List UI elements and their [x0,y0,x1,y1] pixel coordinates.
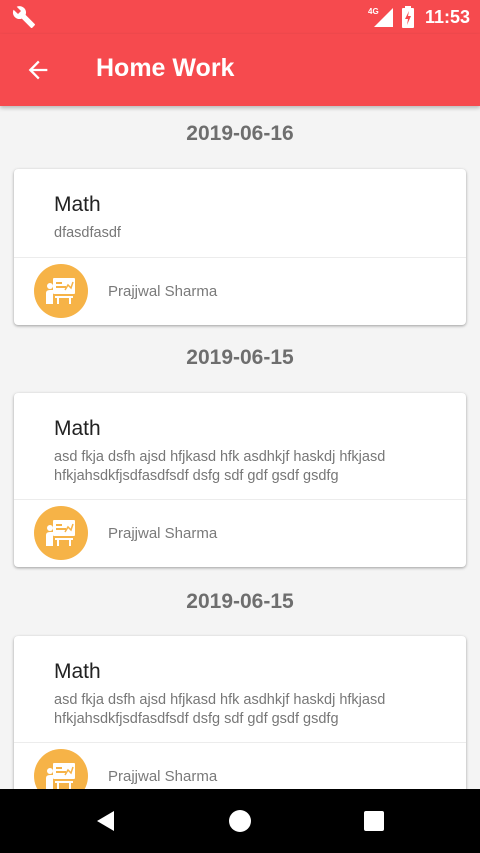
homework-subject: Math [54,660,101,683]
wrench-icon [12,6,35,28]
date-header: 2019-06-15 [186,346,294,369]
avatar [34,749,88,789]
teacher-name: Prajjwal Sharma [108,283,218,300]
homework-card[interactable]: Math dfasdfasdf Prajjwal Sharma [14,169,466,325]
homework-subject: Math [54,193,101,216]
page-title: Home Work [96,54,235,82]
avatar [34,264,88,318]
teacher-name: Prajjwal Sharma [108,525,218,542]
recents-square-icon[interactable] [362,809,386,833]
avatar [34,506,88,560]
back-triangle-icon[interactable] [94,809,118,833]
home-circle-icon[interactable] [228,809,252,833]
navigation-bar [0,789,480,853]
battery-charging-icon [401,6,414,28]
homework-description: asd fkja dsfh ajsd hfjkasd hfk asdhkjf h… [54,449,386,484]
date-header: 2019-06-15 [186,590,294,613]
homework-list[interactable]: 2019-06-16 Math dfasdfasdf Prajjwal Shar… [0,106,480,789]
status-bar: 4G 11:53 [0,0,480,34]
date-header: 2019-06-16 [186,122,294,145]
homework-description: asd fkja dsfh ajsd hfjkasd hfk asdhkjf h… [54,692,386,727]
teacher-board-icon [46,763,75,789]
teacher-board-icon [46,278,75,304]
teacher-name: Prajjwal Sharma [108,768,218,785]
network-type-label: 4G [368,7,379,16]
arrow-left-icon[interactable] [24,56,52,84]
teacher-row: Prajjwal Sharma [14,257,466,325]
clock-time: 11:53 [424,6,470,27]
signal-icon: 4G [368,7,393,27]
homework-card[interactable]: Math asd fkja dsfh ajsd hfjkasd hfk asdh… [14,636,466,789]
homework-subject: Math [54,417,101,440]
teacher-row: Prajjwal Sharma [14,499,466,567]
status-icons: 4G 11:53 [367,0,470,34]
teacher-row: Prajjwal Sharma [14,742,466,789]
homework-card[interactable]: Math asd fkja dsfh ajsd hfjkasd hfk asdh… [14,393,466,567]
app-bar: Home Work [0,34,480,106]
homework-description: dfasdfasdf [54,225,121,241]
teacher-board-icon [46,520,75,546]
